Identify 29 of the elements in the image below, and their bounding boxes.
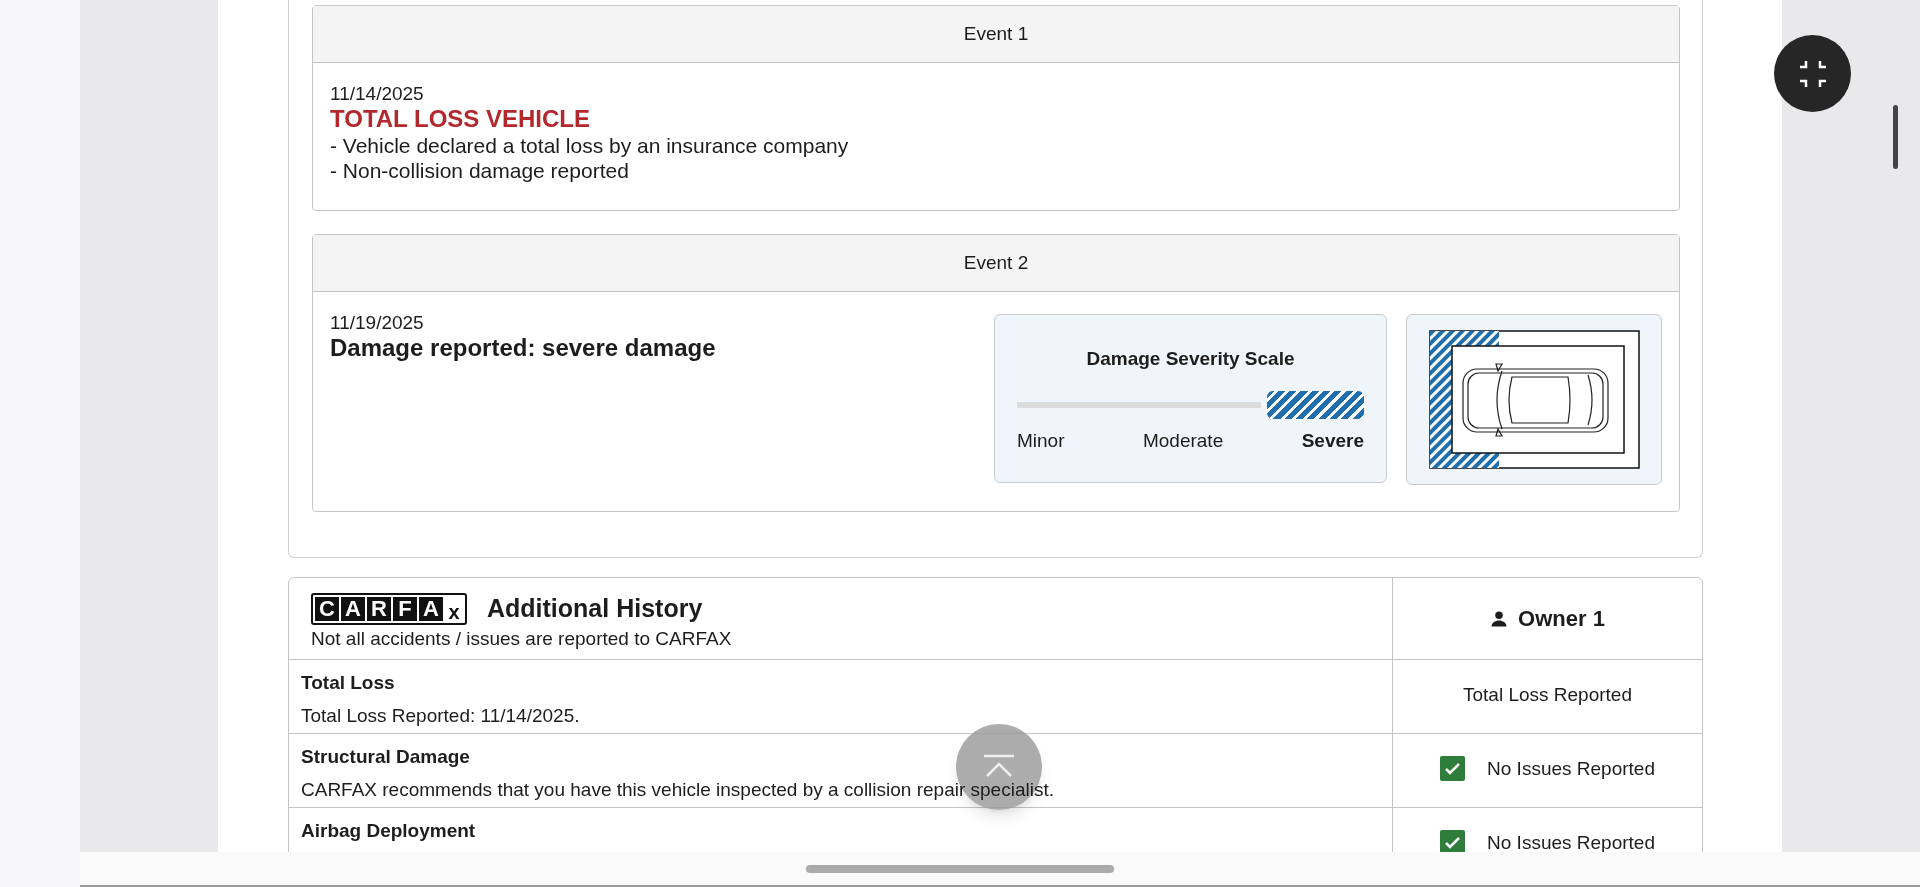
- logo-letter: x: [447, 602, 461, 621]
- severity-label: Moderate: [1142, 428, 1224, 453]
- severity-title: Damage Severity Scale: [1085, 347, 1296, 371]
- event-detail: - Vehicle declared a total loss by an insurance company: [330, 133, 849, 158]
- owner-label: Owner 1: [1518, 605, 1605, 633]
- logo-letter: A: [419, 596, 443, 621]
- logo-letter: C: [315, 596, 339, 621]
- event-header: Event 1: [313, 6, 1679, 63]
- row-title: Total Loss: [301, 671, 395, 695]
- severity-label: Minor: [1017, 428, 1065, 453]
- event-header: Event 2: [313, 235, 1679, 292]
- status-text: No Issues Reported: [1487, 758, 1655, 779]
- section-title: Additional History: [487, 593, 703, 624]
- logo-letter: R: [367, 596, 391, 621]
- person-icon: [1490, 609, 1509, 628]
- scrollbar-thumb[interactable]: [1893, 105, 1898, 169]
- event-date: 11/19/2025: [330, 312, 425, 334]
- status-text: Total Loss Reported: [1463, 684, 1632, 705]
- logo-letter: A: [341, 596, 365, 621]
- section-subtitle: Not all accidents / issues are reported to CARFAX: [311, 627, 733, 650]
- row-title: Structural Damage: [301, 745, 470, 769]
- event-detail: - Non-collision damage reported: [330, 158, 630, 183]
- row-title: Airbag Deployment: [301, 819, 476, 843]
- severity-label: Severe: [1301, 428, 1364, 453]
- logo-letter: F: [393, 596, 417, 621]
- row-description: Total Loss Reported: 11/14/2025.: [301, 703, 581, 728]
- event-title: TOTAL LOSS VEHICLE: [330, 105, 592, 133]
- event-title: Damage reported: severe damage: [330, 334, 716, 362]
- event-date: 11/14/2025: [330, 83, 425, 105]
